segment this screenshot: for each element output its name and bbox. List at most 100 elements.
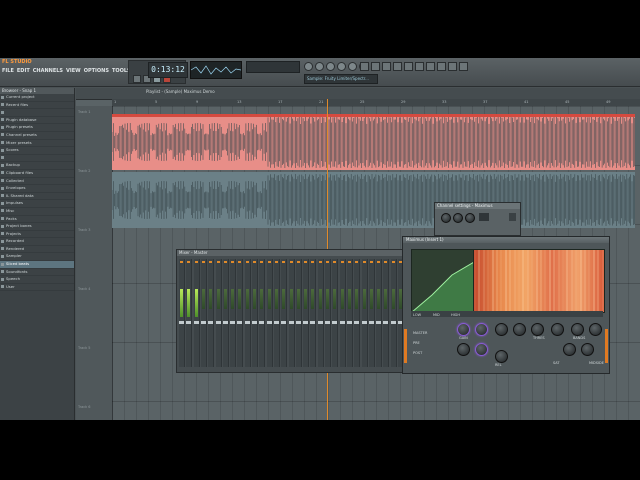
browser-item[interactable]: Mixer presets [0,140,74,148]
browser-item[interactable] [0,109,74,117]
channel-led[interactable] [347,261,351,263]
browser-item[interactable]: Sliced beats [0,261,74,269]
browser-item[interactable]: Project bones [0,223,74,231]
browser-item[interactable]: Current project [0,94,74,102]
channel-settings-window[interactable]: Channel settings - Maximus [434,202,521,236]
parameter-knob[interactable] [581,343,594,356]
mixer-window[interactable]: Mixer - Master [176,249,410,373]
mixer-channel-strip[interactable] [390,259,397,367]
channel-led[interactable] [201,261,205,263]
mixer-channel-strip[interactable] [310,259,317,367]
mixer-channel-strip[interactable] [244,259,251,367]
volume-fader[interactable] [368,321,374,324]
mixer-channel-strip[interactable] [354,259,361,367]
channel-led[interactable] [369,261,373,263]
volume-fader[interactable] [295,321,301,324]
mixer-channel-strip[interactable] [273,259,280,367]
parameter-knob[interactable] [495,350,508,363]
parameter-knob[interactable] [563,343,576,356]
audio-clip-1[interactable] [111,114,635,170]
browser-item[interactable]: Plugin database [0,117,74,125]
volume-fader[interactable] [325,321,330,324]
channel-close-button[interactable] [509,213,516,221]
volume-fader[interactable] [237,321,243,324]
volume-fader[interactable] [200,321,206,324]
mixer-channel-strip[interactable] [361,259,368,367]
mixer-channel-strip[interactable] [339,259,346,367]
volume-fader[interactable] [193,321,199,324]
channel-led[interactable] [267,261,271,263]
channel-led[interactable] [260,261,264,263]
channel-led[interactable] [311,261,315,263]
volume-knob[interactable] [441,213,451,223]
browser-item[interactable]: Projects [0,231,74,239]
menu-item-view[interactable]: VIEW [66,68,81,74]
window-button[interactable] [371,62,380,71]
channel-led[interactable] [245,261,249,263]
browser-item[interactable]: Recent files [0,102,74,110]
volume-fader[interactable] [361,321,367,324]
menu-item-file[interactable]: FILE [2,68,14,74]
mixer-channel-strip[interactable] [383,259,390,367]
window-button[interactable] [360,62,369,71]
mixer-channel-strip[interactable] [215,259,222,367]
parameter-knob[interactable] [495,323,508,336]
track-label[interactable]: Track 2 [78,169,91,173]
mixer-channel-strip[interactable] [346,259,353,367]
browser-item[interactable]: Recorded [0,238,74,246]
tool-button[interactable] [337,62,346,71]
channel-led[interactable] [194,261,198,263]
channel-led[interactable] [326,261,329,263]
volume-fader[interactable] [273,321,279,324]
volume-fader[interactable] [266,321,272,324]
browser-item[interactable]: Scores [0,147,74,155]
mixer-channel-strip[interactable] [368,259,375,367]
pitch-knob[interactable] [465,213,475,223]
tempo-display[interactable] [246,61,300,73]
browser-item[interactable]: Channel presets [0,132,74,140]
mixer-channel-strip[interactable] [259,259,266,367]
compression-curve-display[interactable] [411,249,475,313]
mixer-channel-strip[interactable] [200,259,207,367]
menu-item-channels[interactable]: CHANNELS [33,68,63,74]
channel-led[interactable] [391,261,395,263]
volume-fader[interactable] [252,321,257,324]
tool-button[interactable] [304,62,313,71]
browser-item[interactable]: Misc [0,208,74,216]
channel-led[interactable] [362,261,366,263]
browser-item[interactable]: Envelopes [0,185,74,193]
volume-fader[interactable] [332,321,338,324]
tool-button[interactable] [348,62,357,71]
volume-fader[interactable] [339,321,345,324]
parameter-knob[interactable] [589,323,602,336]
track-label[interactable]: Track 4 [78,287,91,291]
channel-led[interactable] [223,261,227,263]
mixer-channel-strip[interactable] [179,259,185,367]
volume-fader[interactable] [186,321,192,324]
mixer-channel-strip[interactable] [186,259,193,367]
browser-item[interactable]: Backup [0,162,74,170]
volume-fader[interactable] [259,321,265,324]
volume-fader[interactable] [376,321,382,324]
parameter-knob[interactable] [513,323,526,336]
channel-led[interactable] [238,261,242,263]
pattern-song-toggle[interactable] [133,75,141,83]
volume-fader[interactable] [244,321,250,324]
channel-led[interactable] [253,261,256,263]
track-label[interactable]: Track 1 [78,110,91,114]
browser-item[interactable]: Sampler [0,253,74,262]
channel-led[interactable] [180,261,183,263]
channel-led[interactable] [340,261,344,263]
parameter-knob[interactable] [475,343,488,356]
tool-button[interactable] [315,62,324,71]
channel-led[interactable] [209,261,213,263]
volume-fader[interactable] [179,321,184,324]
mixer-channel-strip[interactable] [208,259,215,367]
window-button[interactable] [437,62,446,71]
track-label[interactable]: Track 3 [78,228,91,232]
parameter-knob[interactable] [475,323,488,336]
parameter-knob[interactable] [531,323,544,336]
volume-fader[interactable] [346,321,352,324]
mixer-channel-strip[interactable] [295,259,302,367]
volume-fader[interactable] [317,321,323,324]
